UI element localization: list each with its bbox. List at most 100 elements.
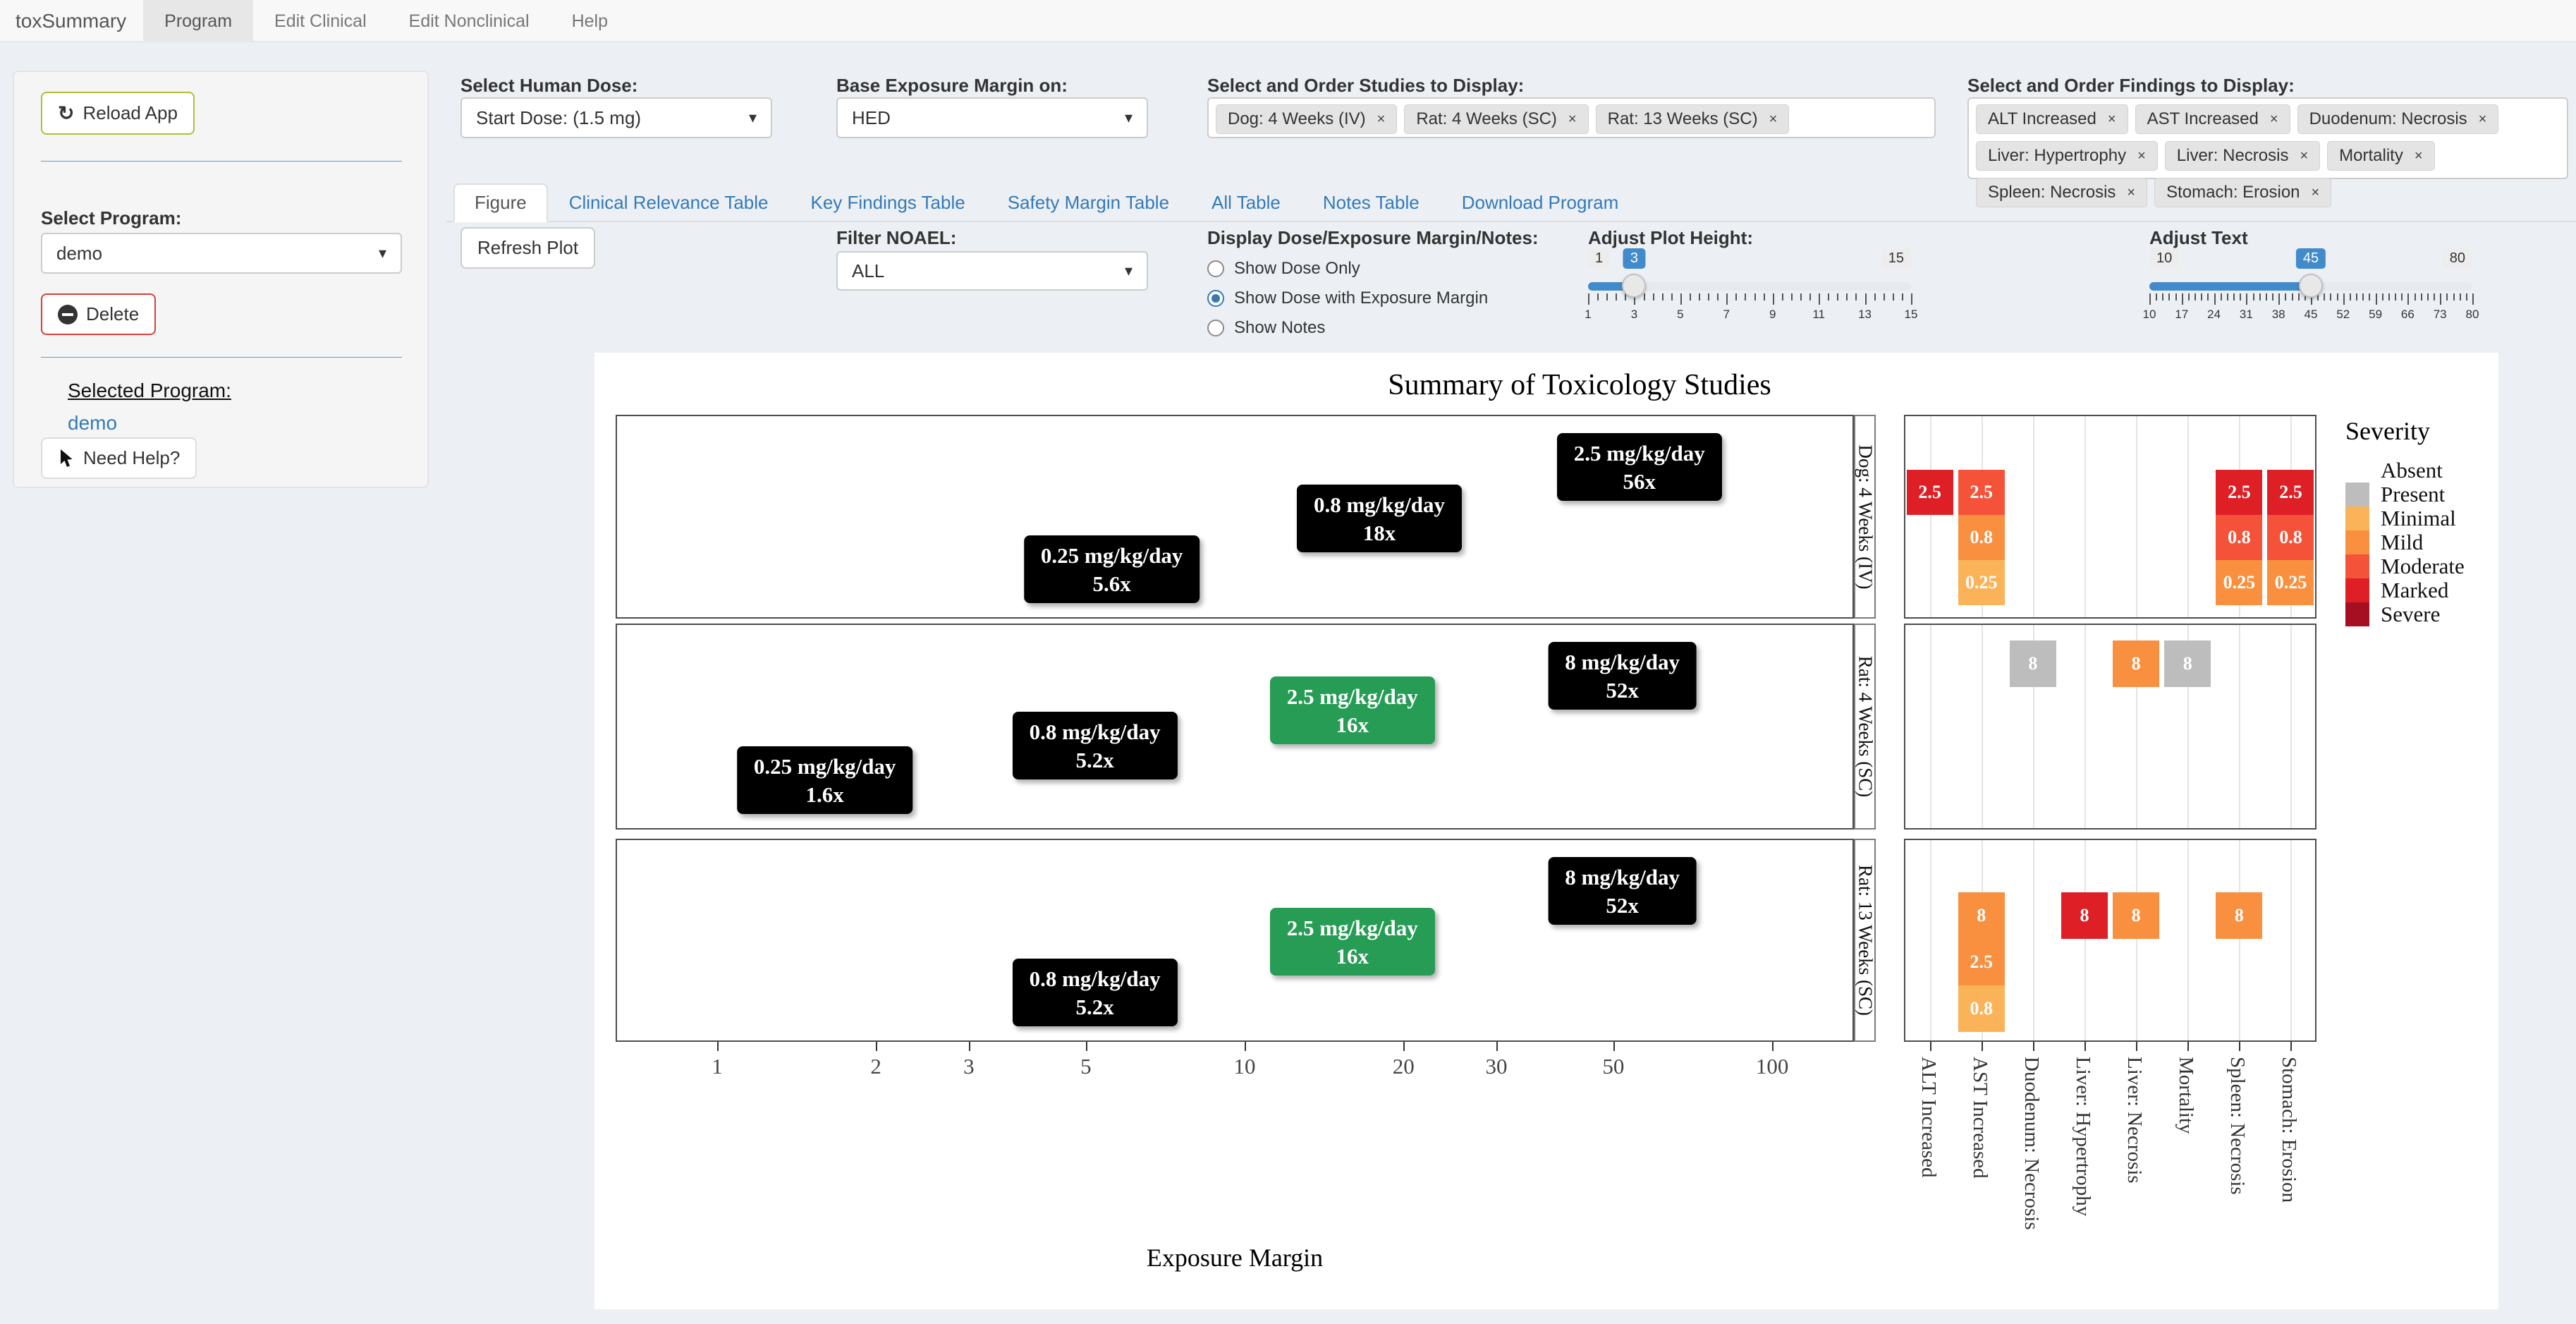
filter-noael-select[interactable]: ALL ▾ [836, 251, 1148, 291]
tab-all-table[interactable]: All Table [1190, 183, 1302, 222]
heatmap-axis-tick [2084, 1042, 2086, 1051]
finding-label-liver-hypertrophy: Liver: Hypertrophy [2071, 1057, 2094, 1216]
nav-item-program[interactable]: Program [143, 0, 253, 41]
slider-minor-tick [2298, 293, 2300, 300]
studies-tagbox[interactable]: Dog: 4 Weeks (IV)×Rat: 4 Weeks (SC)× Rat:… [1207, 97, 1936, 138]
slider-tick [2343, 293, 2345, 305]
slider-tick-label: 17 [2175, 308, 2188, 322]
slider-minor-tick [1745, 293, 1746, 300]
nav-item-help[interactable]: Help [551, 0, 629, 41]
nav-item-edit-nonclinical[interactable]: Edit Nonclinical [388, 0, 551, 41]
slider-tick-label: 45 [2305, 308, 2318, 322]
tab-download-program[interactable]: Download Program [1441, 183, 1640, 222]
refresh-plot-button[interactable]: Refresh Plot [460, 227, 595, 269]
radio-circle-icon[interactable] [1207, 320, 1224, 336]
finding-tag-alt-increased[interactable]: ALT Increased× [1976, 104, 2128, 134]
remove-tag-icon[interactable]: × [2270, 111, 2278, 128]
severity-cell-ast-increased: 2.5 [1958, 939, 2005, 985]
remove-tag-icon[interactable]: × [2479, 111, 2487, 128]
dose-box-rat-13-weeks-sc-2-5-mg-kg-day: 2.5 mg/kg/day16x [1270, 908, 1435, 976]
slider-tick [2182, 293, 2183, 305]
slider-minor-tick [2421, 293, 2422, 300]
remove-tag-icon[interactable]: × [2108, 111, 2116, 128]
slider-minor-tick [1735, 293, 1737, 300]
legend-item-marked: Marked [2345, 578, 2465, 602]
radio-circle-icon[interactable] [1207, 260, 1224, 277]
reload-app-button[interactable]: ↻ Reload App [41, 92, 195, 135]
slider-tick [2440, 293, 2441, 305]
remove-tag-icon[interactable]: × [1769, 111, 1778, 128]
x-axis-tick-label: 5 [1080, 1054, 1092, 1079]
heatmap-panel-rat-4-weeks-sc [1904, 624, 2316, 830]
tab-key-findings-table[interactable]: Key Findings Table [790, 183, 987, 222]
legend-item-severe: Severe [2345, 602, 2465, 626]
severity-cell-stomach-erosion: 0.8 [2267, 515, 2314, 560]
slider-minor-tick [2221, 293, 2222, 300]
study-tag-rat-13-weeks-sc[interactable]: Rat: 13 Weeks (SC)× [1596, 104, 1790, 134]
finding-tag-duodenum-necrosis[interactable]: Duodenum: Necrosis× [2297, 104, 2499, 134]
finding-tag-ast-increased[interactable]: AST Increased× [2135, 104, 2290, 134]
slider-minor-tick [1893, 293, 1894, 300]
margin-base-select[interactable]: HED ▾ [836, 97, 1148, 138]
remove-tag-icon[interactable]: × [2415, 148, 2423, 164]
legend-item-mild: Mild [2345, 530, 2465, 554]
severity-cell-stomach-erosion: 0.25 [2267, 560, 2314, 605]
tab-notes-table[interactable]: Notes Table [1302, 183, 1441, 222]
legend-item-label: Moderate [2381, 554, 2465, 579]
study-tag-rat-4-weeks-sc[interactable]: Rat: 4 Weeks (SC)× [1404, 104, 1588, 134]
human-dose-value: Start Dose: (1.5 mg) [476, 107, 641, 129]
study-tag-dog-4-weeks-iv[interactable]: Dog: 4 Weeks (IV)× [1216, 104, 1397, 134]
legend-swatch [2345, 602, 2369, 626]
human-dose-select[interactable]: Start Dose: (1.5 mg) ▾ [460, 97, 772, 138]
sidebar-divider [41, 357, 402, 358]
remove-tag-icon[interactable]: × [1377, 111, 1386, 128]
slider-tick [1680, 293, 1682, 305]
dose-box-dog-4-weeks-iv-0-25-mg-kg-day: 0.25 mg/kg/day5.6x [1024, 535, 1200, 603]
tab-figure[interactable]: Figure [453, 183, 548, 222]
legend-item-moderate: Moderate [2345, 554, 2465, 578]
dose-label: 2.5 mg/kg/day [1287, 913, 1418, 943]
slider-minor-tick [1828, 293, 1829, 300]
margin-label: 52x [1565, 892, 1680, 919]
x-axis-tick [1403, 1042, 1405, 1051]
heatmap-gridline [2033, 416, 2034, 617]
radio-show-dose-only[interactable]: Show Dose Only [1207, 259, 1539, 279]
studies-label: Select and Order Studies to Display: [1207, 75, 1524, 97]
heatmap-gridline [2033, 840, 2034, 1040]
slider-handle[interactable] [1622, 274, 1646, 298]
chevron-down-icon: ▾ [1125, 262, 1133, 280]
slider-max-badge: 15 [1881, 248, 1911, 269]
legend-swatch [2345, 506, 2369, 530]
x-axis-tick [969, 1042, 970, 1051]
finding-label-spleen-necrosis: Spleen: Necrosis [2226, 1057, 2249, 1195]
heatmap-axis-tick [2136, 1042, 2137, 1051]
x-axis-tick-label: 20 [1393, 1054, 1415, 1079]
legend-item-absent: Absent [2345, 458, 2465, 482]
remove-tag-icon[interactable]: × [2137, 148, 2146, 164]
dose-box-rat-4-weeks-sc-8-mg-kg-day: 8 mg/kg/day52x [1548, 642, 1697, 710]
radio-show-notes[interactable]: Show Notes [1207, 318, 1539, 338]
slider-handle[interactable] [2299, 274, 2323, 298]
legend-title: Severity [2345, 416, 2465, 446]
dose-box-rat-4-weeks-sc-2-5-mg-kg-day: 2.5 mg/kg/day16x [1270, 676, 1435, 744]
refresh-plot-label: Refresh Plot [477, 237, 578, 259]
need-help-button[interactable]: Need Help? [41, 437, 197, 479]
tab-clinical-relevance-table[interactable]: Clinical Relevance Table [548, 183, 790, 222]
program-select[interactable]: demo ▾ [41, 233, 402, 274]
delete-program-button[interactable]: Delete [41, 293, 156, 335]
heatmap-gridline [1930, 840, 1931, 1040]
margin-base-value: HED [852, 107, 891, 129]
dose-box-rat-13-weeks-sc-8-mg-kg-day: 8 mg/kg/day52x [1548, 857, 1697, 925]
tab-safety-margin-table[interactable]: Safety Margin Table [987, 183, 1190, 222]
nav-item-edit-clinical[interactable]: Edit Clinical [253, 0, 388, 41]
finding-tag-liver-necrosis[interactable]: Liver: Necrosis× [2165, 141, 2320, 171]
slider-minor-tick [1717, 293, 1719, 300]
findings-tagbox[interactable]: ALT Increased×AST Increased×Duodenum: Ne… [1967, 97, 2568, 179]
radio-circle-icon[interactable] [1207, 290, 1224, 307]
remove-tag-icon[interactable]: × [2300, 148, 2308, 164]
finding-tag-mortality[interactable]: Mortality× [2327, 141, 2434, 171]
heatmap-gridline [2136, 840, 2137, 1040]
finding-tag-liver-hypertrophy[interactable]: Liver: Hypertrophy× [1976, 141, 2158, 171]
remove-tag-icon[interactable]: × [1568, 111, 1577, 128]
radio-show-dose-with-exposure-margin[interactable]: Show Dose with Exposure Margin [1207, 289, 1539, 308]
